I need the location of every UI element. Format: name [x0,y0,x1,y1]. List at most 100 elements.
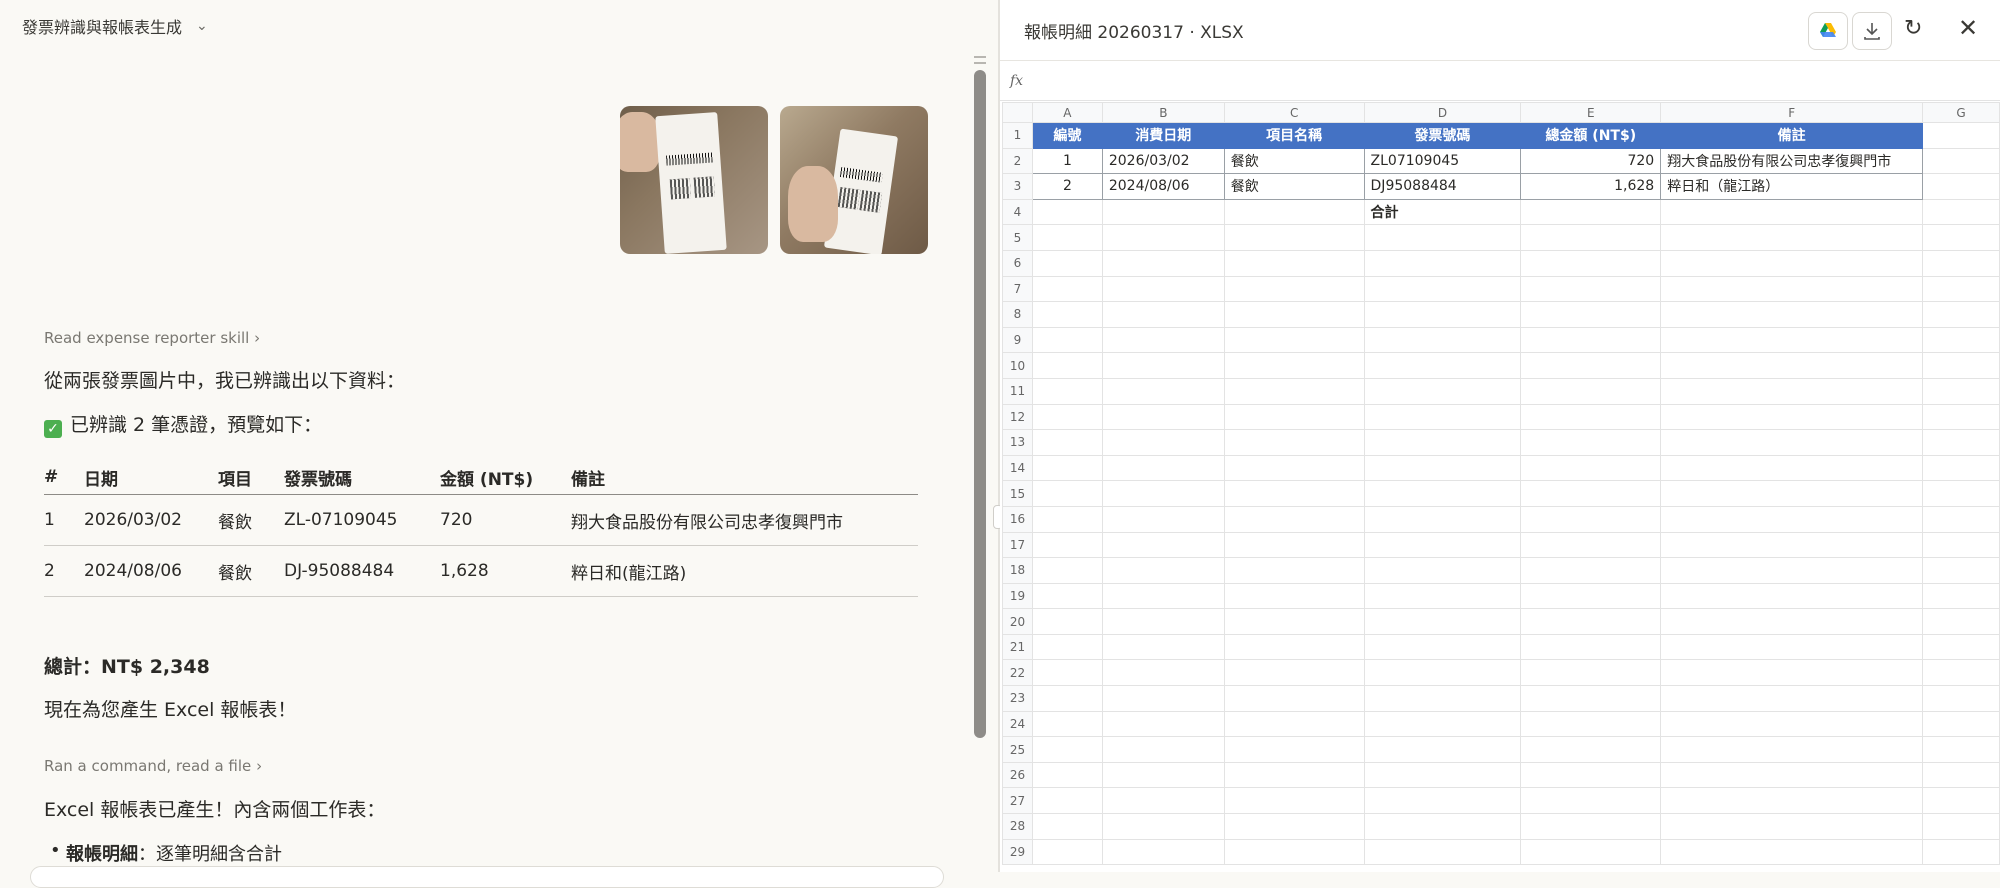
sheet-cell[interactable] [1223,224,1365,251]
sheet-header-cell[interactable]: 備註 [1660,122,1924,149]
sheet-cell[interactable] [1922,761,2000,789]
sheet-cell[interactable] [1660,454,1924,482]
sheet-cell[interactable] [1363,326,1522,354]
receipt-photo-1[interactable] [620,106,768,254]
tool-call-command[interactable]: Ran a command, read a file › [44,757,262,775]
sheet-cell[interactable] [1223,557,1365,584]
sheet-cell[interactable] [1223,480,1365,507]
sheet-cell[interactable] [1660,736,1924,763]
sheet-cell[interactable] [1031,787,1103,815]
sheet-cell[interactable] [1520,838,1662,866]
sheet-header-cell[interactable]: 項目名稱 [1223,122,1365,149]
sheet-cell[interactable] [1031,377,1103,405]
sheet-cell[interactable] [1520,198,1662,226]
column-header[interactable]: D [1363,102,1522,123]
sheet-cell[interactable] [1223,710,1365,738]
sheet-cell[interactable] [1922,608,2000,635]
sheet-cell[interactable] [1223,198,1365,226]
sheet-cell[interactable] [1660,249,1924,277]
sheet-cell[interactable]: 2026/03/02 [1101,147,1225,175]
sheet-cell[interactable] [1660,838,1924,866]
sheet-cell[interactable] [1922,352,2000,379]
row-header[interactable]: 9 [1002,326,1033,354]
sheet-cell[interactable] [1101,224,1225,251]
row-header[interactable]: 7 [1002,275,1033,303]
sheet-cell[interactable]: 1,628 [1520,173,1662,200]
sheet-cell[interactable] [1101,275,1225,303]
sheet-cell[interactable] [1922,249,2000,277]
sheet-cell[interactable] [1660,403,1924,431]
sheet-cell[interactable] [1223,326,1365,354]
row-header[interactable]: 24 [1002,710,1033,738]
sheet-cell[interactable] [1223,761,1365,789]
sheet-cell[interactable] [1363,249,1522,277]
sheet-cell[interactable] [1031,454,1103,482]
sheet-cell[interactable] [1660,301,1924,328]
sheet-cell[interactable] [1922,326,2000,354]
sheet-cell[interactable]: 720 [1520,147,1662,175]
sheet-cell[interactable] [1363,377,1522,405]
sheet-cell[interactable] [1922,813,2000,840]
sheet-header-cell[interactable]: 總金額 (NT$) [1520,122,1662,149]
sheet-cell[interactable] [1101,403,1225,431]
sheet-cell[interactable] [1101,429,1225,456]
sheet-cell[interactable] [1520,275,1662,303]
sheet-cell[interactable] [1363,787,1522,815]
sheet-cell[interactable] [1101,480,1225,507]
sheet-header-cell[interactable]: 發票號碼 [1363,122,1522,149]
sheet-cell[interactable]: 粹日和（龍江路） [1660,173,1924,200]
row-header[interactable]: 3 [1002,173,1033,200]
sheet-cell[interactable] [1922,659,2000,687]
sheet-cell[interactable] [1363,505,1522,533]
sheet-cell[interactable] [1223,582,1365,610]
sheet-cell[interactable] [1363,685,1522,712]
sheet-cell[interactable] [1101,582,1225,610]
sheet-cell[interactable] [1660,275,1924,303]
sheet-cell[interactable] [1660,377,1924,405]
sheet-cell[interactable] [1660,685,1924,712]
sheet-cell[interactable] [1031,813,1103,840]
sheet-cell[interactable] [1031,480,1103,507]
sheet-cell[interactable] [1922,403,2000,431]
sheet-cell[interactable] [1922,147,2000,175]
row-header[interactable]: 19 [1002,582,1033,610]
sheet-cell[interactable] [1363,531,1522,559]
sheet-cell[interactable] [1520,301,1662,328]
sheet-cell[interactable] [1031,659,1103,687]
sheet-cell[interactable] [1101,505,1225,533]
sheet-cell[interactable] [1223,736,1365,763]
sheet-cell[interactable] [1520,249,1662,277]
row-header[interactable]: 20 [1002,608,1033,635]
sheet-cell[interactable] [1660,198,1924,226]
sheet-cell[interactable] [1922,557,2000,584]
sheet-cell[interactable] [1101,761,1225,789]
sheet-cell[interactable] [1922,685,2000,712]
sheet-cell[interactable] [1101,736,1225,763]
sheet-cell[interactable] [1101,787,1225,815]
sheet-cell[interactable] [1922,710,2000,738]
row-header[interactable]: 10 [1002,352,1033,379]
sheet-cell[interactable] [1660,557,1924,584]
sheet-cell[interactable] [1363,224,1522,251]
row-header[interactable]: 18 [1002,557,1033,584]
sheet-cell[interactable] [1520,608,1662,635]
sheet-cell[interactable] [1922,275,2000,303]
total-label-cell[interactable]: 合計 [1363,198,1522,226]
sheet-cell[interactable]: 翔大食品股份有限公司忠孝復興門市 [1660,147,1924,175]
row-header[interactable]: 2 [1002,147,1033,175]
sheet-cell[interactable] [1031,531,1103,559]
sheet-cell[interactable] [1363,403,1522,431]
sheet-cell[interactable] [1223,787,1365,815]
sheet-header-cell[interactable]: 編號 [1031,122,1103,149]
sheet-cell[interactable] [1520,813,1662,840]
sheet-cell[interactable] [1520,454,1662,482]
sheet-cell[interactable] [1031,685,1103,712]
sheet-header-cell[interactable]: 消費日期 [1101,122,1225,149]
sheet-cell[interactable] [1660,505,1924,533]
sheet-cell[interactable] [1660,352,1924,379]
sheet-cell[interactable] [1223,429,1365,456]
sheet-cell[interactable] [1223,249,1365,277]
sheet-cell[interactable] [1031,352,1103,379]
column-header[interactable]: G [1922,102,2000,123]
sheet-cell[interactable] [1520,736,1662,763]
